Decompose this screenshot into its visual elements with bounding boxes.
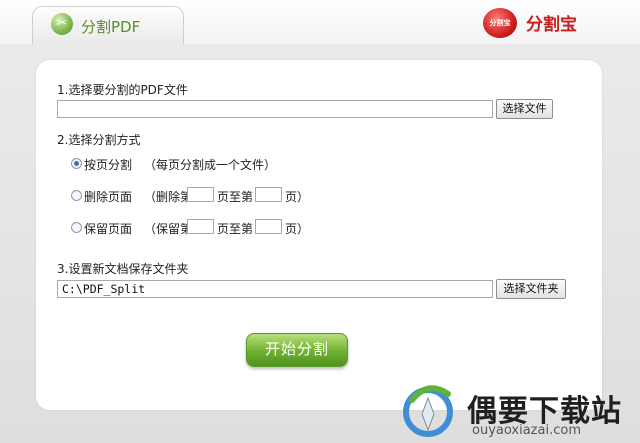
delete-pages-suffix: 页） xyxy=(285,190,310,204)
radio-keep-pages[interactable] xyxy=(71,222,82,233)
brand-name: 分割宝 xyxy=(526,15,577,35)
delete-pages-prefix: （删除第 xyxy=(144,190,193,204)
delete-from-page-input[interactable] xyxy=(187,187,214,202)
radio-delete-pages[interactable] xyxy=(71,190,82,201)
watermark-url: ouyaoxiazai.com xyxy=(472,423,581,438)
delete-to-page-input[interactable] xyxy=(255,187,282,202)
radio-split-by-page[interactable] xyxy=(71,158,82,169)
option-split-by-page-label: 按页分割 xyxy=(84,158,133,172)
tab-split-pdf[interactable]: ✂ 分割PDF xyxy=(32,6,184,45)
app-window: ✂ 分割PDF 分割宝 分割宝 1.选择要分割的PDF文件 选择文件 2.选择分… xyxy=(0,0,640,443)
watermark-logo-icon xyxy=(403,385,453,437)
keep-pages-middle: 页至第 xyxy=(217,222,254,236)
brand-logo: 分割宝 xyxy=(483,8,517,38)
tab-label: 分割PDF xyxy=(81,18,141,36)
keep-from-page-input[interactable] xyxy=(187,219,214,234)
keep-to-page-input[interactable] xyxy=(255,219,282,234)
select-folder-button[interactable]: 选择文件夹 xyxy=(496,279,566,299)
option-split-by-page-desc: （每页分割成一个文件） xyxy=(144,158,277,172)
step2-label: 2.选择分割方式 xyxy=(57,133,141,147)
select-file-button[interactable]: 选择文件 xyxy=(496,99,553,119)
start-split-button[interactable]: 开始分割 xyxy=(246,333,348,367)
keep-pages-prefix: （保留第 xyxy=(144,222,193,236)
step3-label: 3.设置新文档保存文件夹 xyxy=(57,262,189,276)
title-bar: ✂ 分割PDF 分割宝 分割宝 xyxy=(0,0,640,45)
delete-pages-middle: 页至第 xyxy=(217,190,254,204)
keep-pages-suffix: 页） xyxy=(285,222,310,236)
pdf-file-input[interactable] xyxy=(57,100,493,118)
option-delete-pages-label: 删除页面 xyxy=(84,190,133,204)
step1-label: 1.选择要分割的PDF文件 xyxy=(57,83,188,97)
scissors-icon: ✂ xyxy=(51,13,73,35)
output-folder-input[interactable]: C:\PDF_Split xyxy=(57,280,493,298)
option-keep-pages-label: 保留页面 xyxy=(84,222,133,236)
